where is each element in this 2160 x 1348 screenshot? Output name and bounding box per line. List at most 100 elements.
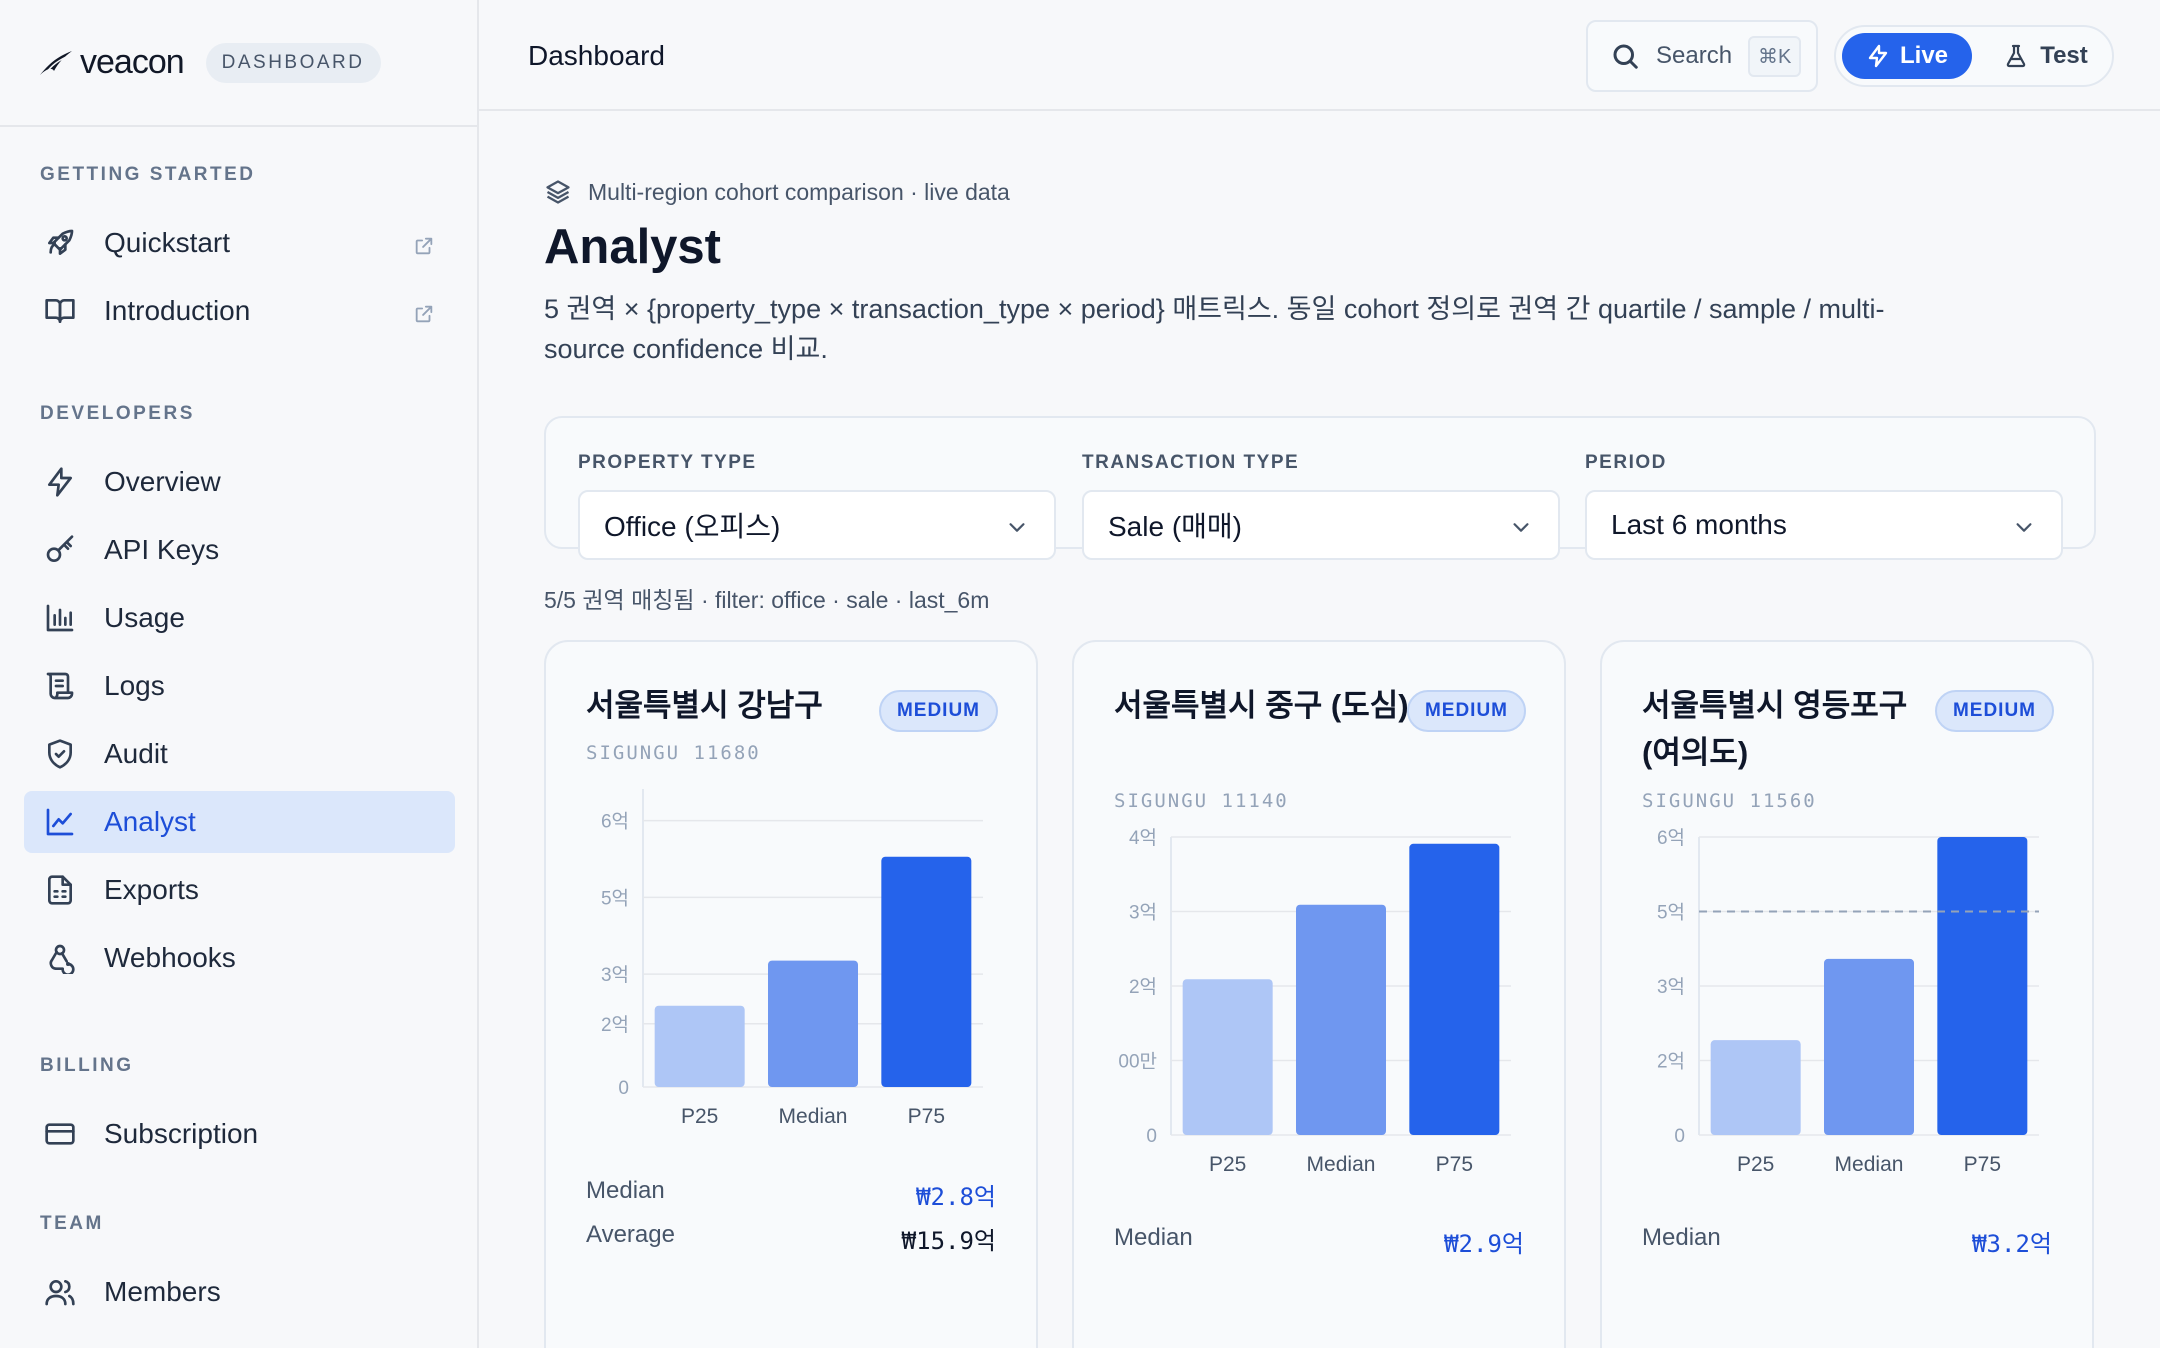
sidebar-item-label: API Keys xyxy=(104,534,220,565)
brand: veacon DASHBOARD xyxy=(0,0,477,127)
region-title: 서울특별시 영등포구 (여의도) xyxy=(1642,688,1908,770)
filter-label: TRANSACTION TYPE xyxy=(1082,452,1300,473)
sidebar-item-subscription[interactable]: Subscription xyxy=(24,1103,455,1165)
nav-section: TEAM Members xyxy=(0,1199,477,1323)
zap-icon xyxy=(1868,44,1888,68)
eyebrow: Multi-region cohort comparison · live da… xyxy=(544,178,1010,206)
region-card: 서울특별시 중구 (도심) MEDIUM SIGUNGU 11140 0 00만 2억 3억… xyxy=(1072,640,1566,1348)
shield-check-icon xyxy=(44,738,76,770)
bar-median xyxy=(1824,958,1914,1135)
select-value: Last 6 months xyxy=(1611,509,1787,540)
sidebar-item-label: Logs xyxy=(104,670,165,701)
filter-period: PERIOD Last 6 months xyxy=(1585,452,2063,560)
y-tick-label: 3억 xyxy=(601,964,629,986)
select-value: Sale (매매) xyxy=(1108,511,1242,542)
sigungu-code: SIGUNGU 11560 xyxy=(1642,790,1817,812)
live-mode-label: Live xyxy=(1899,42,1949,69)
webhook-icon xyxy=(44,942,76,974)
stat-row: Median ₩2.8억 xyxy=(586,1177,996,1212)
external-link-icon xyxy=(413,232,435,255)
logo-text: veacon xyxy=(80,43,185,81)
search-icon xyxy=(1613,44,1638,69)
stat-value: ₩3.2억 xyxy=(1972,1230,2052,1258)
quartile-bar-chart: 0 00만 2억 3억 4억 P25 Median P75 xyxy=(1118,827,1511,1176)
x-tick-label: P75 xyxy=(1964,1153,2001,1176)
dashboard-pill: DASHBOARD xyxy=(205,42,381,83)
match-summary: 5/5 권역 매칭됨 · filter: office · sale · las… xyxy=(544,587,990,613)
sidebar-item-quickstart[interactable]: Quickstart xyxy=(24,212,455,274)
bar-p25 xyxy=(1182,979,1273,1135)
sidebar-item-webhooks[interactable]: Webhooks xyxy=(24,927,455,989)
quartile-bar-chart: 0 2억 3억 5억 6억 P25 Median P75 xyxy=(601,789,983,1128)
sigungu-code: SIGUNGU 11680 xyxy=(586,742,761,764)
y-tick-label: 2억 xyxy=(1129,976,1157,998)
sidebar-item-usage[interactable]: Usage xyxy=(24,587,455,649)
stat-label: Median xyxy=(1114,1224,1193,1251)
region-title: 서울특별시 강남구 xyxy=(586,688,823,723)
y-tick-label: 5억 xyxy=(601,887,629,909)
sidebar-item-overview[interactable]: Overview xyxy=(24,451,455,513)
bar-p75 xyxy=(1937,837,2028,1135)
x-tick-label: P75 xyxy=(1436,1153,1473,1176)
stat-row: Median ₩2.9억 xyxy=(1114,1224,1524,1259)
sidebar-item-label: Analyst xyxy=(104,806,196,837)
nav-section: GETTING STARTED Quickstart Introduction xyxy=(0,150,477,342)
y-tick-label: 0 xyxy=(618,1078,629,1099)
nav-section-heading: SETTINGS xyxy=(24,1340,455,1348)
stat-row: Average ₩15.9억 xyxy=(586,1221,996,1256)
region-card: 서울특별시 영등포구 (여의도) MEDIUM SIGUNGU 11560 0 2억 3억… xyxy=(1600,640,2094,1348)
scroll-icon xyxy=(44,670,76,702)
sidebar-item-api-keys[interactable]: API Keys xyxy=(24,519,455,581)
stat-label: Median xyxy=(586,1177,665,1204)
sidebar: veacon DASHBOARD GETTING STARTED Quicksta… xyxy=(0,0,479,1348)
sidebar-item-label: Exports xyxy=(104,874,199,905)
y-tick-label: 3억 xyxy=(1129,902,1157,924)
sidebar-item-label: Webhooks xyxy=(104,942,236,973)
nav-section-heading: GETTING STARTED xyxy=(40,164,256,185)
y-tick-label: 6억 xyxy=(601,811,629,833)
sidebar-item-label: Overview xyxy=(104,466,221,497)
search-button[interactable]: Search ⌘K xyxy=(1586,20,1818,92)
live-mode-button[interactable]: Live xyxy=(1842,33,1972,79)
sidebar-item-exports[interactable]: Exports xyxy=(24,859,455,921)
x-tick-label: Median xyxy=(1835,1153,1904,1176)
confidence-badge: MEDIUM xyxy=(878,690,998,732)
layers-icon xyxy=(546,180,570,204)
sidebar-item-analyst[interactable]: Analyst xyxy=(24,791,455,853)
stat-value: ₩2.8억 xyxy=(916,1183,996,1211)
sigungu-code: SIGUNGU 11140 xyxy=(1114,790,1289,812)
chevron-down-icon xyxy=(1009,523,1025,532)
search-shortcut: ⌘K xyxy=(1748,35,1802,77)
bar-p25 xyxy=(1710,1040,1801,1135)
filter-property-type: PROPERTY TYPE Office (오피스) xyxy=(578,452,1056,560)
page-title: Analyst xyxy=(544,220,722,274)
sidebar-item-label: Usage xyxy=(104,602,185,633)
zap-icon xyxy=(44,466,76,498)
main-content: Multi-region cohort comparison · live da… xyxy=(479,113,2160,1348)
y-tick-label: 2억 xyxy=(601,1014,629,1036)
y-tick-label: 2억 xyxy=(1657,1051,1685,1073)
y-tick-label: 3억 xyxy=(1657,976,1685,998)
stat-value: ₩15.9억 xyxy=(901,1227,996,1255)
x-tick-label: Median xyxy=(1307,1153,1376,1176)
property-type-select[interactable]: Office (오피스) xyxy=(578,490,1056,560)
sidebar-item-logs[interactable]: Logs xyxy=(24,655,455,717)
eyebrow-text: Multi-region cohort comparison · live da… xyxy=(588,178,1010,205)
nav-section: BILLING Subscription xyxy=(0,1041,477,1165)
book-icon xyxy=(44,295,76,327)
confidence-badge: MEDIUM xyxy=(1934,690,2054,732)
sidebar-item-introduction[interactable]: Introduction xyxy=(24,280,455,342)
transaction-type-select[interactable]: Sale (매매) xyxy=(1082,490,1560,560)
page-description: 5 권역 × {property_type × transaction_type… xyxy=(544,294,1885,364)
sidebar-item-label: Quickstart xyxy=(104,227,231,258)
credit-card-icon xyxy=(44,1118,76,1150)
external-link-icon xyxy=(413,300,435,323)
sidebar-item-members[interactable]: Members xyxy=(24,1261,455,1323)
sidebar-item-audit[interactable]: Audit xyxy=(24,723,455,785)
period-select[interactable]: Last 6 months xyxy=(1585,490,2063,560)
bar-chart-icon xyxy=(44,602,76,634)
test-mode-button[interactable]: Test xyxy=(1986,33,2106,79)
nav-section-heading: DEVELOPERS xyxy=(40,403,195,424)
filter-label: PERIOD xyxy=(1585,452,1667,473)
filter-transaction-type: TRANSACTION TYPE Sale (매매) xyxy=(1082,452,1560,560)
